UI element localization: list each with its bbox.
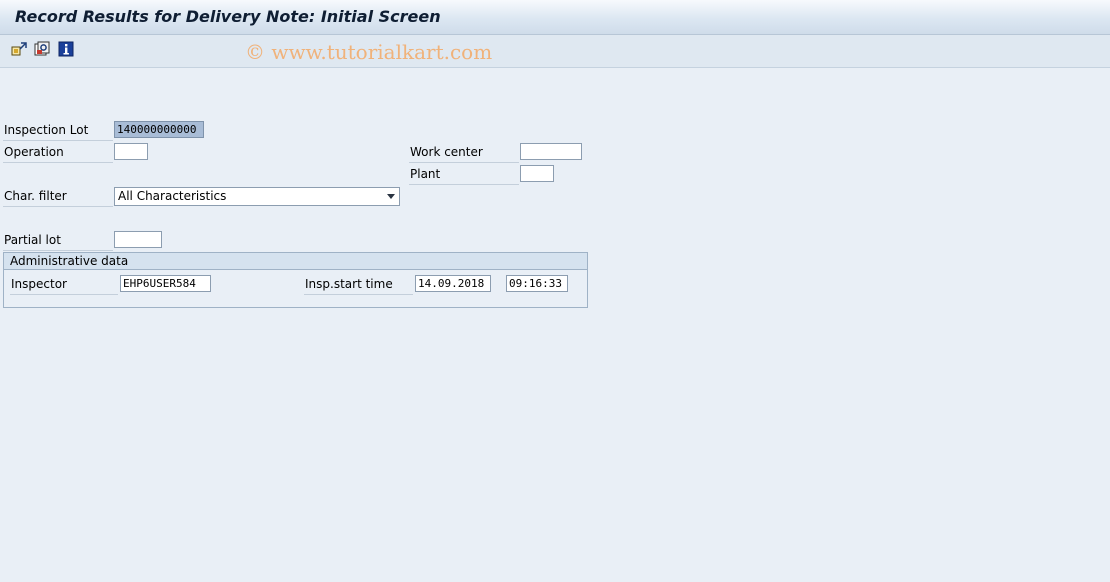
administrative-data-title: Administrative data: [4, 253, 587, 270]
plant-input[interactable]: [520, 165, 554, 182]
operation-input[interactable]: [114, 143, 148, 160]
insp-start-time-input[interactable]: 09:16:33: [506, 275, 568, 292]
plant-label: Plant: [409, 165, 519, 185]
settings-icon[interactable]: [34, 41, 50, 57]
change-layout-icon[interactable]: [11, 41, 27, 57]
watermark: © www.tutorialkart.com: [245, 40, 493, 64]
char-filter-label: Char. filter: [3, 187, 113, 207]
insp-start-date-input[interactable]: 14.09.2018: [415, 275, 491, 292]
work-center-input[interactable]: [520, 143, 582, 160]
title-bar: Record Results for Delivery Note: Initia…: [0, 0, 1110, 35]
info-icon[interactable]: [58, 41, 74, 57]
work-center-label: Work center: [409, 143, 519, 163]
operation-label: Operation: [3, 143, 113, 163]
insp-start-time-label: Insp.start time: [304, 275, 413, 295]
chevron-down-icon[interactable]: [387, 194, 395, 199]
char-filter-selected-value: All Characteristics: [118, 189, 227, 203]
page-title: Record Results for Delivery Note: Initia…: [15, 7, 441, 26]
inspector-label: Inspector: [10, 275, 118, 295]
inspector-input[interactable]: EHP6USER584: [120, 275, 211, 292]
char-filter-dropdown[interactable]: All Characteristics: [114, 187, 400, 206]
partial-lot-label: Partial lot: [3, 231, 113, 251]
partial-lot-input[interactable]: [114, 231, 162, 248]
application-toolbar: © www.tutorialkart.com: [0, 35, 1110, 68]
inspection-lot-input[interactable]: 140000000000: [114, 121, 204, 138]
inspection-lot-label: Inspection Lot: [3, 121, 113, 141]
